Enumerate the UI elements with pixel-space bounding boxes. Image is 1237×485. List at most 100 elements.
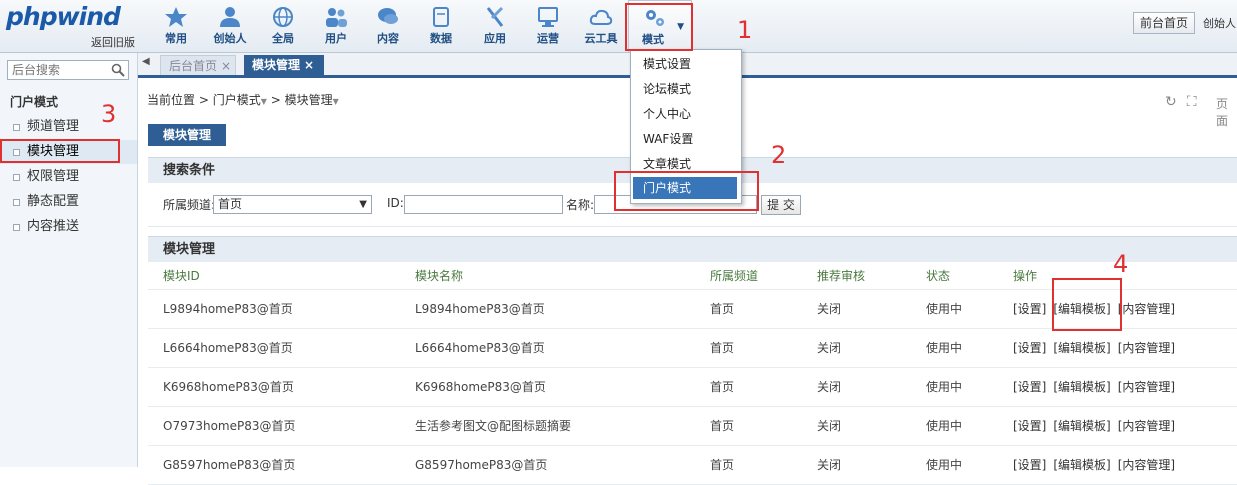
annotation-number-3: 3 — [101, 100, 117, 128]
nav-changyong[interactable]: 常用 — [150, 0, 202, 52]
sidebar-section-title: 门户模式 — [10, 95, 59, 109]
edit-template-link[interactable]: [编辑模板] — [1053, 458, 1110, 472]
nav-cloud-tools[interactable]: 云工具 — [575, 0, 627, 52]
chevron-down-icon[interactable]: ▼ — [333, 97, 339, 106]
table-row: L6664homeP83@首页 L6664homeP83@首页 首页 关闭 使用… — [148, 329, 1237, 368]
tab-scroll-left-icon[interactable]: ◀ — [142, 56, 150, 67]
id-label: ID: — [387, 196, 404, 210]
channel-label: 所属频道: — [163, 198, 216, 212]
sidebar-item-channel-management[interactable]: 频道管理 — [0, 115, 137, 139]
breadcrumb-module-management[interactable]: 模块管理 — [285, 93, 333, 107]
content-management-link[interactable]: [内容管理] — [1118, 341, 1175, 355]
column-header-status: 状态 — [926, 269, 951, 283]
annotation-number-1: 1 — [737, 16, 753, 44]
database-icon — [433, 7, 449, 27]
settings-link[interactable]: [设置] — [1013, 341, 1046, 355]
users-icon — [326, 8, 347, 27]
column-header-module-name: 模块名称 — [415, 269, 464, 283]
logo[interactable]: phpwind 返回旧版 — [6, 2, 141, 50]
settings-link[interactable]: [设置] — [1013, 380, 1046, 394]
person-icon — [220, 7, 240, 27]
nav-founder[interactable]: 创始人 — [204, 0, 256, 52]
gears-icon — [646, 10, 664, 26]
table-row: K6968homeP83@首页 K6968homeP83@首页 首页 关闭 使用… — [148, 368, 1237, 407]
breadcrumb-portal-mode[interactable]: 门户模式 — [213, 93, 261, 107]
bullet-icon — [13, 174, 20, 181]
menu-item-waf-settings[interactable]: WAF设置 — [633, 128, 737, 150]
top-header: phpwind 返回旧版 常用 创始人 全局 用户 内容 数据 应用 运营 云工… — [0, 0, 1237, 53]
sidebar-item-module-management[interactable]: 模块管理 — [0, 140, 137, 164]
nav-content[interactable]: 内容 — [362, 0, 414, 52]
content-management-link[interactable]: [内容管理] — [1118, 458, 1175, 472]
back-to-old-version-link[interactable]: 返回旧版 — [91, 34, 135, 50]
founder-user-label[interactable]: 创始人 — [1203, 15, 1236, 31]
chevron-down-icon: ▼ — [359, 199, 367, 210]
menu-item-article-mode[interactable]: 文章模式 — [633, 153, 737, 175]
page-tools: ↻ ⛶ — [1165, 94, 1207, 110]
cloud-icon — [589, 9, 613, 25]
nav-apps[interactable]: 应用 — [469, 0, 521, 52]
front-page-button[interactable]: 前台首页 — [1133, 12, 1196, 34]
tab-backend-home[interactable]: 后台首页 × — [160, 55, 236, 75]
sidebar-item-static-config[interactable]: 静态配置 — [0, 190, 137, 214]
nav-users[interactable]: 用户 — [310, 0, 362, 52]
settings-link[interactable]: [设置] — [1013, 458, 1046, 472]
nav-data[interactable]: 数据 — [415, 0, 467, 52]
content-management-link[interactable]: [内容管理] — [1118, 302, 1175, 316]
annotation-number-4: 4 — [1113, 250, 1129, 278]
settings-link[interactable]: [设置] — [1013, 419, 1046, 433]
table-row: G8597homeP83@首页 G8597homeP83@首页 首页 关闭 使用… — [148, 446, 1237, 485]
column-header-channel: 所属频道 — [710, 269, 759, 283]
nav-mode[interactable]: 模式 ▼ — [628, 0, 692, 52]
tools-icon — [486, 6, 504, 27]
sidebar-item-content-push[interactable]: 内容推送 — [0, 215, 137, 239]
page-label: 页面 — [1216, 97, 1229, 128]
menu-item-forum-mode[interactable]: 论坛模式 — [633, 78, 737, 100]
sidebar-item-permission-management[interactable]: 权限管理 — [0, 165, 137, 189]
sidebar-search-input[interactable] — [8, 61, 112, 79]
bullet-icon — [13, 199, 20, 206]
mode-dropdown-menu: 模式设置 论坛模式 个人中心 WAF设置 文章模式 门户模式 — [630, 49, 742, 204]
content-management-link[interactable]: [内容管理] — [1118, 419, 1175, 433]
chevron-down-icon: ▼ — [677, 22, 684, 32]
menu-item-personal-center[interactable]: 个人中心 — [633, 103, 737, 125]
refresh-icon[interactable]: ↻ — [1165, 94, 1177, 110]
chevron-down-icon[interactable]: ▼ — [261, 97, 267, 106]
content-management-link[interactable]: [内容管理] — [1118, 380, 1175, 394]
nav-operations[interactable]: 运营 — [522, 0, 574, 52]
table-row: L9894homeP83@首页 L9894homeP83@首页 首页 关闭 使用… — [148, 290, 1237, 329]
edit-template-link[interactable]: [编辑模板] — [1053, 341, 1110, 355]
id-input[interactable] — [404, 195, 563, 214]
table-row: O7973homeP83@首页 生活参考图文@配图标题摘要 首页 关闭 使用中 … — [148, 407, 1237, 446]
tab-module-management[interactable]: 模块管理 × — [244, 55, 324, 75]
edit-template-link[interactable]: [编辑模板] — [1053, 419, 1110, 433]
menu-item-portal-mode[interactable]: 门户模式 — [633, 177, 737, 199]
bullet-icon — [13, 124, 20, 131]
sidebar: 门户模式 频道管理 模块管理 权限管理 静态配置 内容推送 — [0, 53, 138, 467]
channel-select[interactable]: 首页 ▼ — [213, 195, 372, 214]
fullscreen-icon[interactable]: ⛶ — [1187, 94, 1197, 110]
column-header-module-id: 模块ID — [163, 269, 200, 283]
annotation-number-2: 2 — [771, 141, 787, 169]
edit-template-link[interactable]: [编辑模板] — [1053, 302, 1110, 316]
chat-bubble-icon — [378, 8, 398, 24]
bullet-icon — [13, 149, 20, 156]
menu-item-mode-settings[interactable]: 模式设置 — [633, 53, 737, 75]
nav-global[interactable]: 全局 — [257, 0, 309, 52]
module-list-header: 模块管理 — [148, 236, 1237, 262]
module-management-button[interactable]: 模块管理 — [148, 124, 226, 146]
close-icon[interactable]: × — [304, 58, 314, 72]
search-icon[interactable] — [111, 63, 125, 77]
monitor-icon — [538, 7, 558, 27]
column-header-review: 推荐审核 — [817, 269, 866, 283]
close-icon[interactable]: × — [221, 59, 231, 73]
logo-text: phpwind — [6, 2, 121, 31]
edit-template-link[interactable]: [编辑模板] — [1053, 380, 1110, 394]
star-icon — [165, 7, 187, 27]
settings-link[interactable]: [设置] — [1013, 302, 1046, 316]
submit-button[interactable]: 提 交 — [761, 195, 801, 215]
sidebar-search — [7, 60, 129, 80]
module-table: 模块ID 模块名称 所属频道 推荐审核 状态 操作 L9894homeP83@首… — [148, 263, 1237, 485]
bullet-icon — [13, 224, 20, 231]
globe-icon — [273, 7, 293, 27]
